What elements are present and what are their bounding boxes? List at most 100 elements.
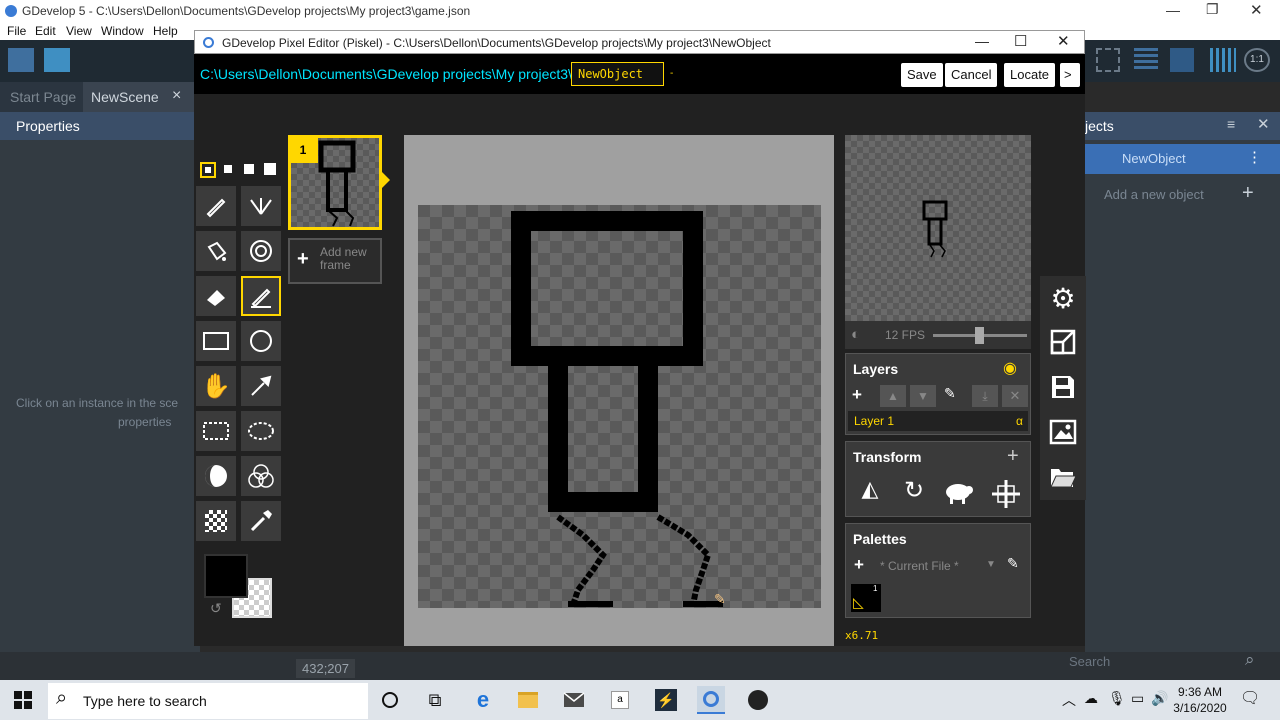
pen-tool[interactable] bbox=[196, 186, 236, 226]
grid-toggle-icon[interactable] bbox=[1210, 48, 1236, 72]
layers-icon[interactable] bbox=[1170, 48, 1194, 72]
menu-edit[interactable]: Edit bbox=[35, 24, 56, 38]
add-object-label[interactable]: Add a new object bbox=[1104, 187, 1204, 202]
obs-icon[interactable] bbox=[744, 686, 772, 714]
locate-button[interactable]: Locate bbox=[1004, 63, 1056, 87]
add-frame-button[interactable]: + Add new frame bbox=[288, 238, 382, 284]
settings-gear-icon[interactable]: ⚙ bbox=[1043, 278, 1083, 318]
tab-start-page[interactable]: Start Page bbox=[10, 89, 76, 105]
notifications-icon[interactable]: 🗨 bbox=[1240, 688, 1260, 708]
move-layer-down-icon[interactable]: ▼ bbox=[910, 385, 936, 407]
restore-icon[interactable]: ❐ bbox=[1206, 1, 1219, 18]
windows-start-icon[interactable] bbox=[9, 686, 37, 714]
eraser-tool[interactable] bbox=[196, 276, 236, 316]
lasso-selection-tool[interactable] bbox=[241, 411, 281, 451]
project-manager-icon[interactable] bbox=[8, 48, 34, 72]
color-picker-tool[interactable] bbox=[241, 501, 281, 541]
network-icon[interactable]: ▭ bbox=[1131, 690, 1144, 707]
drawing-canvas[interactable]: ✎ bbox=[418, 205, 821, 608]
center-align-icon[interactable] bbox=[990, 478, 1024, 512]
show-hidden-icons[interactable]: ︿ bbox=[1062, 690, 1076, 710]
save-button[interactable]: Save bbox=[901, 63, 943, 87]
edge-browser-icon[interactable]: e bbox=[469, 686, 497, 714]
minimize-icon[interactable]: — bbox=[1166, 2, 1180, 18]
shape-selection-tool[interactable] bbox=[241, 366, 281, 406]
add-palette-icon[interactable]: + bbox=[854, 555, 864, 575]
circle-tool[interactable] bbox=[241, 321, 281, 361]
close-icon[interactable]: ✕ bbox=[1250, 1, 1263, 19]
export-image-icon[interactable] bbox=[1043, 412, 1083, 452]
visual-studio-icon[interactable]: ⚡ bbox=[652, 686, 680, 714]
rename-layer-icon[interactable]: ✎ bbox=[944, 385, 956, 402]
pen-size-1[interactable] bbox=[200, 162, 216, 178]
transform-add-icon[interactable]: + bbox=[1007, 445, 1019, 468]
primary-color-swatch[interactable] bbox=[204, 554, 248, 598]
pen-size-4[interactable] bbox=[264, 163, 276, 175]
cortana-icon[interactable] bbox=[376, 686, 404, 714]
add-object-icon[interactable]: + bbox=[1242, 182, 1254, 205]
move-layer-up-icon[interactable]: ▲ bbox=[880, 385, 906, 407]
paint-bucket-tool[interactable] bbox=[196, 231, 236, 271]
edit-palette-icon[interactable]: ✎ bbox=[1007, 555, 1019, 572]
list-icon[interactable] bbox=[1134, 48, 1158, 72]
rotate-icon[interactable]: ↻ bbox=[896, 476, 932, 512]
tab-newscene[interactable]: NewScene × bbox=[83, 82, 200, 112]
grid-icon[interactable] bbox=[1096, 48, 1120, 72]
palette-select[interactable]: * Current File * ▼ bbox=[876, 557, 998, 575]
object-name-field[interactable]: NewObject bbox=[571, 62, 664, 86]
maximize-icon[interactable]: ☐ bbox=[1014, 32, 1027, 50]
menu-file[interactable]: File bbox=[7, 24, 26, 38]
merge-layer-icon[interactable]: ⤓ bbox=[972, 385, 998, 407]
flip-icon[interactable]: ◭ bbox=[852, 476, 888, 512]
volume-icon[interactable]: 🔊 bbox=[1151, 690, 1168, 707]
more-vert-icon[interactable]: ⋮ bbox=[1247, 148, 1262, 166]
task-view-icon[interactable]: ⧉ bbox=[421, 686, 449, 714]
rectangle-selection-tool[interactable] bbox=[196, 411, 236, 451]
tab-close-icon[interactable]: × bbox=[172, 87, 181, 105]
search-icon[interactable]: ⌕ bbox=[1245, 650, 1255, 670]
palette-color-swatch[interactable]: 1 ◺ bbox=[851, 584, 881, 612]
layer-item[interactable]: Layer 1 α bbox=[848, 411, 1028, 431]
move-hand-tool[interactable]: ✋ bbox=[196, 366, 236, 406]
layer-alpha-icon[interactable]: α bbox=[1016, 414, 1023, 428]
rectangle-tool[interactable] bbox=[196, 321, 236, 361]
object-list-item[interactable]: NewObject ⋮ bbox=[1085, 144, 1280, 174]
cancel-button[interactable]: Cancel bbox=[945, 63, 998, 87]
close-panel-icon[interactable]: ✕ bbox=[1257, 115, 1270, 133]
frame-thumbnail[interactable]: 1 bbox=[288, 135, 382, 230]
scene-icon[interactable] bbox=[44, 48, 70, 72]
pen-size-2[interactable] bbox=[224, 165, 232, 173]
network-sync-icon[interactable]: ☁ bbox=[1084, 690, 1098, 707]
fps-slider-thumb[interactable] bbox=[975, 327, 984, 344]
store-icon[interactable]: a bbox=[606, 686, 634, 714]
swap-colors-icon[interactable]: ↺ bbox=[210, 600, 222, 617]
more-button[interactable]: > bbox=[1060, 63, 1080, 87]
taskbar-search-box[interactable]: ⌕ Type here to search bbox=[48, 683, 368, 719]
minimize-icon[interactable]: — bbox=[975, 33, 989, 49]
clone-sheep-icon[interactable] bbox=[942, 480, 978, 510]
clock[interactable]: 9:36 AM 3/16/2020 bbox=[1170, 685, 1230, 717]
zoom-reset-icon[interactable]: 1:1 bbox=[1244, 48, 1270, 72]
gdevelop-taskbar-icon[interactable] bbox=[697, 686, 725, 714]
add-layer-icon[interactable]: + bbox=[852, 385, 862, 405]
pen-size-3[interactable] bbox=[244, 164, 254, 174]
checker-tool[interactable] bbox=[196, 501, 236, 541]
menu-window[interactable]: Window bbox=[101, 24, 144, 38]
open-folder-icon[interactable] bbox=[1043, 457, 1083, 497]
paint-same-color-tool[interactable] bbox=[241, 231, 281, 271]
layer-visibility-eye-icon[interactable]: ◉ bbox=[1003, 358, 1017, 378]
mic-icon[interactable]: 🎙 bbox=[1108, 690, 1126, 707]
filter-icon[interactable]: ≡ bbox=[1227, 116, 1235, 132]
stroke-tool[interactable] bbox=[241, 276, 281, 316]
vertical-mirror-pen-tool[interactable] bbox=[241, 186, 281, 226]
mail-icon[interactable] bbox=[560, 686, 588, 714]
menu-help[interactable]: Help bbox=[153, 24, 178, 38]
delete-layer-icon[interactable]: ✕ bbox=[1002, 385, 1028, 407]
objects-search-box[interactable]: Search ⌕ bbox=[1049, 650, 1280, 680]
lighten-tool[interactable] bbox=[196, 456, 236, 496]
resize-icon[interactable] bbox=[1043, 322, 1083, 362]
onion-skin-icon[interactable]: ◐ bbox=[851, 326, 860, 343]
file-explorer-icon[interactable] bbox=[514, 686, 542, 714]
close-icon[interactable]: ✕ bbox=[1057, 32, 1070, 50]
dithering-tool[interactable] bbox=[241, 456, 281, 496]
